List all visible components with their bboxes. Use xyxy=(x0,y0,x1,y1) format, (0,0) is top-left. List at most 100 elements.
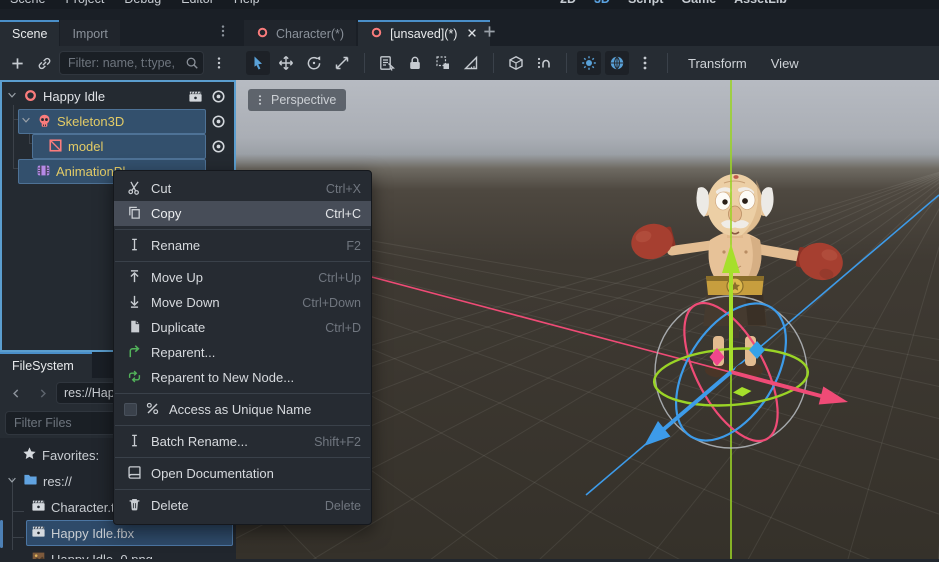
history-back-button[interactable] xyxy=(4,381,28,405)
mesh-icon xyxy=(48,138,63,153)
ring-icon xyxy=(23,88,38,103)
menu-separator xyxy=(115,489,370,490)
filesystem-tab-label: FileSystem xyxy=(12,359,74,373)
star-icon xyxy=(22,446,37,461)
expander[interactable] xyxy=(20,114,32,129)
dock-tabs-menu-button[interactable] xyxy=(216,24,230,38)
menu-item-move-down[interactable]: Move Down Ctrl+Down xyxy=(114,290,371,315)
scene-tree-row[interactable]: Skeleton3D xyxy=(2,109,234,134)
eye-icon[interactable] xyxy=(211,139,226,154)
mode-2d[interactable]: 2D xyxy=(560,0,576,6)
add-node-button[interactable] xyxy=(5,51,29,75)
eye-icon[interactable] xyxy=(211,114,226,129)
expander[interactable] xyxy=(6,474,18,489)
move-icon xyxy=(278,55,294,71)
preview-environment-button[interactable] xyxy=(605,51,629,75)
menu-item-reparent[interactable]: Reparent... xyxy=(114,340,371,365)
node-context-menu: Cut Ctrl+X Copy Ctrl+C Rename F2 Move Up… xyxy=(113,170,372,525)
perspective-menu-button[interactable]: Perspective xyxy=(248,89,346,111)
sun-icon xyxy=(581,55,597,71)
tab-filesystem[interactable]: FileSystem xyxy=(0,352,92,378)
dock-tabs: SceneImport xyxy=(0,20,120,46)
shortcut-label: Ctrl+C xyxy=(325,207,361,221)
history-forward-button[interactable] xyxy=(30,381,54,405)
shortcut-label: Ctrl+Up xyxy=(318,271,361,285)
tab-scene[interactable]: Scene xyxy=(0,20,59,46)
menu-item-label: Reparent... xyxy=(151,345,215,360)
transform-menu[interactable]: Transform xyxy=(678,56,757,71)
checkbox[interactable] xyxy=(124,403,137,416)
extra-options-button[interactable] xyxy=(633,51,657,75)
menu-item-label: Copy xyxy=(151,206,181,221)
scene-dock-toolbar xyxy=(0,46,236,80)
mode-script[interactable]: Script xyxy=(628,0,663,6)
mode-3d[interactable]: 3D xyxy=(594,0,610,6)
view-menu[interactable]: View xyxy=(761,56,809,71)
scene-tab[interactable]: [unsaved](*) xyxy=(358,20,490,46)
snap-icon xyxy=(508,55,524,71)
menu-item-batch-rename[interactable]: Batch Rename... Shift+F2 xyxy=(114,429,371,454)
group-node-button[interactable] xyxy=(431,51,455,75)
tab-import[interactable]: Import xyxy=(60,20,119,46)
ruler-mode-button[interactable] xyxy=(459,51,483,75)
shortcut-label: Ctrl+D xyxy=(325,321,361,335)
menu-item-reparent-to-new-node[interactable]: Reparent to New Node... xyxy=(114,365,371,390)
dots-icon xyxy=(637,55,653,71)
local-space-button[interactable] xyxy=(532,51,556,75)
menu-item-duplicate[interactable]: Duplicate Ctrl+D xyxy=(114,315,371,340)
preview-sunlight-button[interactable] xyxy=(577,51,601,75)
menu-project[interactable]: Project xyxy=(65,0,104,6)
menu-item-cut[interactable]: Cut Ctrl+X xyxy=(114,176,371,201)
menu-item-label: Batch Rename... xyxy=(151,434,248,449)
scene-filter-input[interactable] xyxy=(68,56,185,70)
mode-game[interactable]: Game xyxy=(681,0,716,6)
toolbar-separator xyxy=(493,53,494,73)
eye-icon[interactable] xyxy=(211,89,226,104)
shortcut-label: F2 xyxy=(346,239,361,253)
expander[interactable] xyxy=(6,89,18,104)
instance-scene-button[interactable] xyxy=(32,51,56,75)
menu-scene[interactable]: Scene xyxy=(10,0,45,6)
plus-icon[interactable] xyxy=(482,24,497,39)
new-scene-tab-button[interactable] xyxy=(482,24,497,39)
ring-icon xyxy=(256,26,269,39)
menu-item-label: Cut xyxy=(151,181,171,196)
scene-tree-row[interactable]: Happy Idle xyxy=(2,84,234,109)
viewport-toolbar: Transform View xyxy=(236,46,939,80)
menu-item-move-up[interactable]: Move Up Ctrl+Up xyxy=(114,265,371,290)
menu-separator xyxy=(115,393,370,394)
lock-icon xyxy=(407,55,423,71)
menu-item-open-documentation[interactable]: Open Documentation xyxy=(114,461,371,486)
selectable-list-button[interactable] xyxy=(375,51,399,75)
move-down-icon xyxy=(127,294,142,309)
close-tab-button[interactable] xyxy=(466,27,478,42)
scene-tree-row[interactable]: model xyxy=(2,134,234,159)
film-icon xyxy=(31,498,46,513)
scale-tool-button[interactable] xyxy=(330,51,354,75)
rotate-tool-button[interactable] xyxy=(302,51,326,75)
close-icon[interactable] xyxy=(466,27,478,39)
menu-item-access-as-unique-name[interactable]: Access as Unique Name xyxy=(114,397,371,422)
lock-node-button[interactable] xyxy=(403,51,427,75)
move-tool-button[interactable] xyxy=(274,51,298,75)
menu-item-rename[interactable]: Rename F2 xyxy=(114,233,371,258)
menu-item-label: Open Documentation xyxy=(151,466,274,481)
menu-item-copy[interactable]: Copy Ctrl+C xyxy=(114,201,371,226)
snap-toggle-button[interactable] xyxy=(504,51,528,75)
globe-icon xyxy=(609,55,625,71)
filesystem-row[interactable]: Happy Idle_0.png xyxy=(0,546,236,559)
scene-dock-menu-button[interactable] xyxy=(207,51,231,75)
menu-debug[interactable]: Debug xyxy=(124,0,161,6)
scale-icon xyxy=(334,55,350,71)
select-tool-button[interactable] xyxy=(246,51,270,75)
mode-assetlib[interactable]: AssetLib xyxy=(734,0,787,6)
percent-icon xyxy=(145,401,160,416)
film-icon[interactable] xyxy=(188,89,203,104)
menu-editor[interactable]: Editor xyxy=(181,0,214,6)
menu-item-label: Access as Unique Name xyxy=(169,402,311,417)
scene-tab[interactable]: Character(*) xyxy=(244,20,356,46)
folder-icon xyxy=(23,472,38,487)
link-icon xyxy=(37,56,52,71)
menu-help[interactable]: Help xyxy=(234,0,260,6)
menu-item-delete[interactable]: Delete Delete xyxy=(114,493,371,518)
